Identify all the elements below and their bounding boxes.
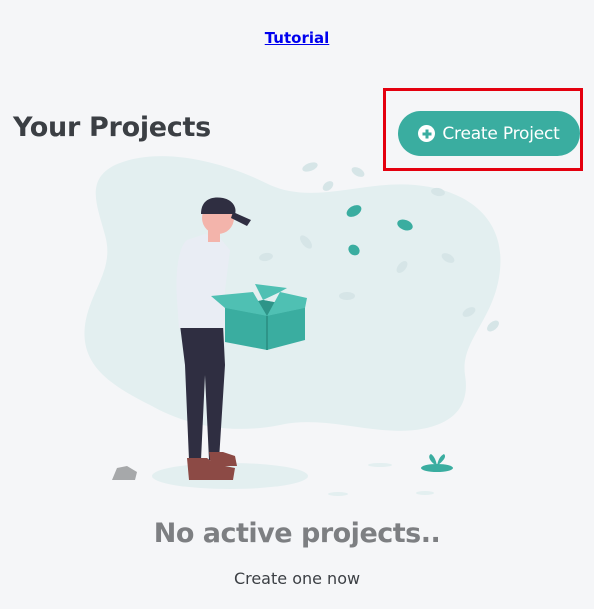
page: Tutorial Your Projects Create Project No…: [0, 0, 594, 609]
page-title: Your Projects: [13, 112, 211, 143]
empty-state-title: No active projects..: [153, 518, 441, 549]
ground-dash-2: [328, 492, 348, 496]
rock: [112, 466, 137, 480]
plant: [421, 454, 453, 472]
ground-dash-1: [368, 463, 392, 467]
tutorial-link-container: Tutorial: [0, 29, 594, 47]
background-blob: [84, 156, 501, 431]
person-holding-box-illustration: [84, 156, 501, 496]
empty-state-subtitle: Create one now: [233, 569, 361, 588]
plus-circle-icon: [418, 125, 436, 142]
tutorial-link[interactable]: Tutorial: [265, 29, 330, 47]
create-project-label: Create Project: [442, 123, 560, 144]
ground-dash-3: [416, 491, 434, 495]
